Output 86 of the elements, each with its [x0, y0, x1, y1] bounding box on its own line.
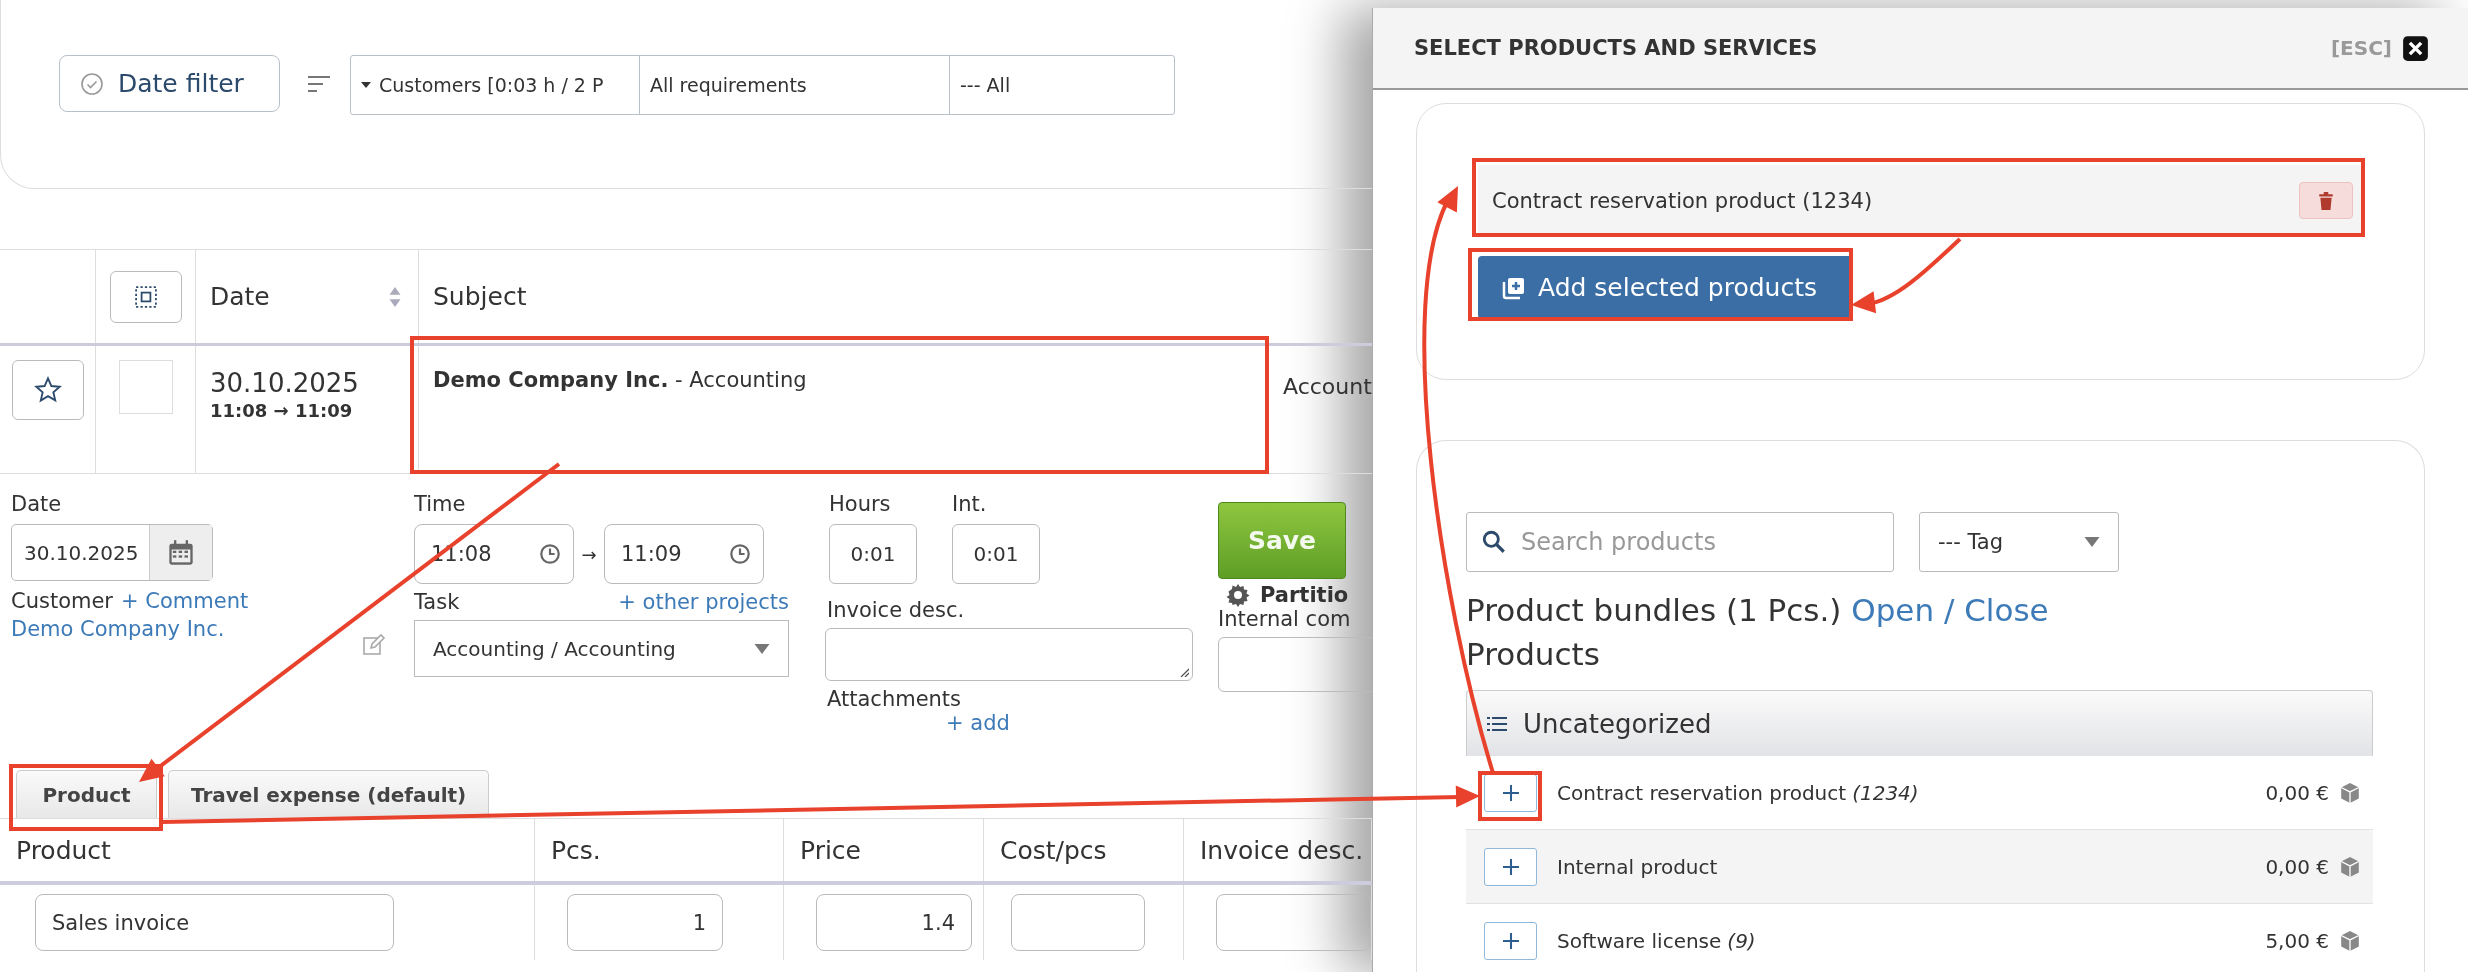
add-button[interactable] [1484, 921, 1537, 960]
table-cell: Account [1283, 374, 1372, 399]
box-icon [2339, 781, 2361, 804]
trash-icon [2318, 191, 2334, 210]
column-header: Pcs. [535, 819, 784, 881]
select-all-icon [134, 285, 157, 308]
entry-time: 11:08 → 11:09 [210, 400, 353, 421]
product-price: 5,00 € [2265, 928, 2329, 953]
field-label: Time [414, 492, 467, 516]
price-field[interactable]: 1.4 [816, 894, 972, 951]
time-field[interactable]: 11:09 [604, 524, 764, 584]
field-label: Date [11, 492, 63, 516]
clock-icon [729, 543, 751, 565]
comment-link[interactable]: + Comment [121, 589, 249, 613]
field-label: Int. [952, 492, 988, 516]
product-field[interactable]: Sales invoice [35, 894, 394, 951]
partition-label: Partitio [1260, 583, 1349, 607]
close-icon[interactable] [2402, 34, 2429, 62]
products-heading: Products [1466, 635, 1601, 674]
category-header[interactable]: Uncategorized [1466, 690, 2373, 756]
box-icon [2339, 855, 2361, 878]
column-header[interactable]: Subject [433, 282, 527, 311]
column-header[interactable]: Date [210, 282, 270, 311]
resize-grip-icon[interactable] [1179, 667, 1189, 677]
plus-icon [1502, 858, 1519, 875]
int-field[interactable]: 0:01 [952, 524, 1040, 584]
tab[interactable]: Travel expense (default) [168, 770, 490, 818]
date-filter-button[interactable]: Date filter [59, 55, 280, 112]
remove-button[interactable] [2299, 182, 2353, 219]
field-label: Attachments [826, 687, 963, 711]
calendar-icon[interactable] [167, 538, 195, 567]
field-label: Hours [829, 492, 892, 516]
caret-icon [754, 643, 770, 654]
select-all-button[interactable] [109, 270, 182, 323]
check-circle-icon [80, 71, 104, 96]
field-label: Task [414, 590, 460, 614]
clock-icon [539, 543, 561, 565]
plus-icon [1502, 932, 1519, 949]
list-icon [1487, 715, 1507, 732]
add-attachment-link[interactable]: + add [946, 711, 1010, 735]
column-header: Cost/pcs [984, 819, 1184, 881]
product-name: Internal product [1557, 854, 1719, 879]
task-select[interactable]: Accounting / Accounting [414, 620, 789, 677]
field-label: Customer [11, 589, 113, 613]
box-icon [2339, 929, 2361, 952]
cost-field[interactable] [1011, 894, 1145, 951]
tab[interactable]: Product [16, 770, 157, 818]
star-icon [33, 376, 62, 404]
product-name: Software license (9) [1557, 928, 1757, 953]
product-row[interactable]: Internal product 0,00 € [1466, 830, 2373, 904]
column-header: Product [0, 819, 535, 881]
field-label: Invoice desc. [826, 598, 966, 622]
pcs-field[interactable]: 1 [567, 894, 723, 951]
bundles-label: Product bundles (1 Pcs.) [1466, 592, 1842, 628]
time-arrow: → [580, 543, 598, 565]
field-label: Internal com [1218, 607, 1352, 631]
product-price: 0,00 € [2265, 854, 2329, 879]
tag-select[interactable]: --- Tag [1919, 512, 2119, 572]
plus-icon [1502, 784, 1519, 801]
product-name: Contract reservation product (1234) [1557, 780, 1920, 805]
hours-field[interactable]: 0:01 [829, 524, 917, 584]
star-button[interactable] [11, 360, 84, 420]
column-header: Price [784, 819, 984, 881]
entry-subject: Demo Company Inc. - Accounting [433, 368, 807, 392]
esc-hint: [ESC] [2330, 36, 2392, 60]
gear-icon[interactable] [1226, 583, 1250, 607]
add-products-icon [1502, 275, 1526, 300]
other-projects-link[interactable]: + other projects [618, 590, 789, 614]
invoice-desc-field[interactable] [825, 628, 1193, 681]
sort-icon[interactable] [306, 75, 332, 93]
date-field[interactable]: 30.10.2025 [11, 524, 213, 581]
product-price: 0,00 € [2265, 780, 2329, 805]
search-icon [1481, 529, 1507, 555]
add-button[interactable] [1484, 847, 1537, 886]
entry-date: 30.10.2025 [210, 368, 359, 398]
row-checkbox[interactable] [118, 360, 173, 414]
add-button[interactable] [1484, 773, 1537, 812]
header-cell[interactable]: Subject [419, 250, 1283, 343]
selected-product-name: Contract reservation product (1234) [1492, 188, 1873, 213]
highlight-frame [1478, 771, 1542, 821]
modal-title: SELECT PRODUCTS AND SERVICES [1414, 36, 1819, 60]
open-close-link[interactable]: Open / Close [1851, 592, 2049, 628]
invoice-desc-field[interactable] [1216, 894, 1371, 951]
header-cell[interactable]: Date [196, 250, 419, 343]
caret-icon [2084, 537, 2100, 547]
customer-link[interactable]: Demo Company Inc. [11, 617, 225, 641]
